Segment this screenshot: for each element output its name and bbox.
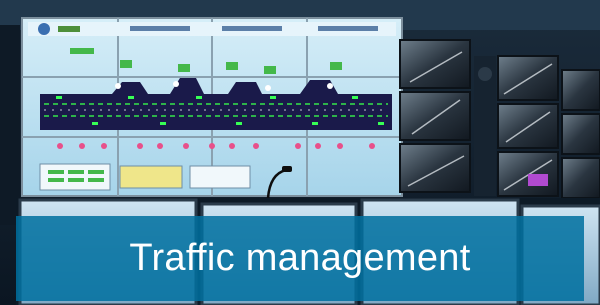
title-banner: Traffic management (16, 216, 584, 301)
banner-title: Traffic management (129, 237, 471, 279)
left-wall (0, 25, 20, 225)
speaker-icon (478, 67, 492, 81)
video-wall-map (21, 17, 403, 197)
logo-icon (38, 23, 50, 35)
traffic-control-room-photo: Traffic management (0, 0, 600, 305)
